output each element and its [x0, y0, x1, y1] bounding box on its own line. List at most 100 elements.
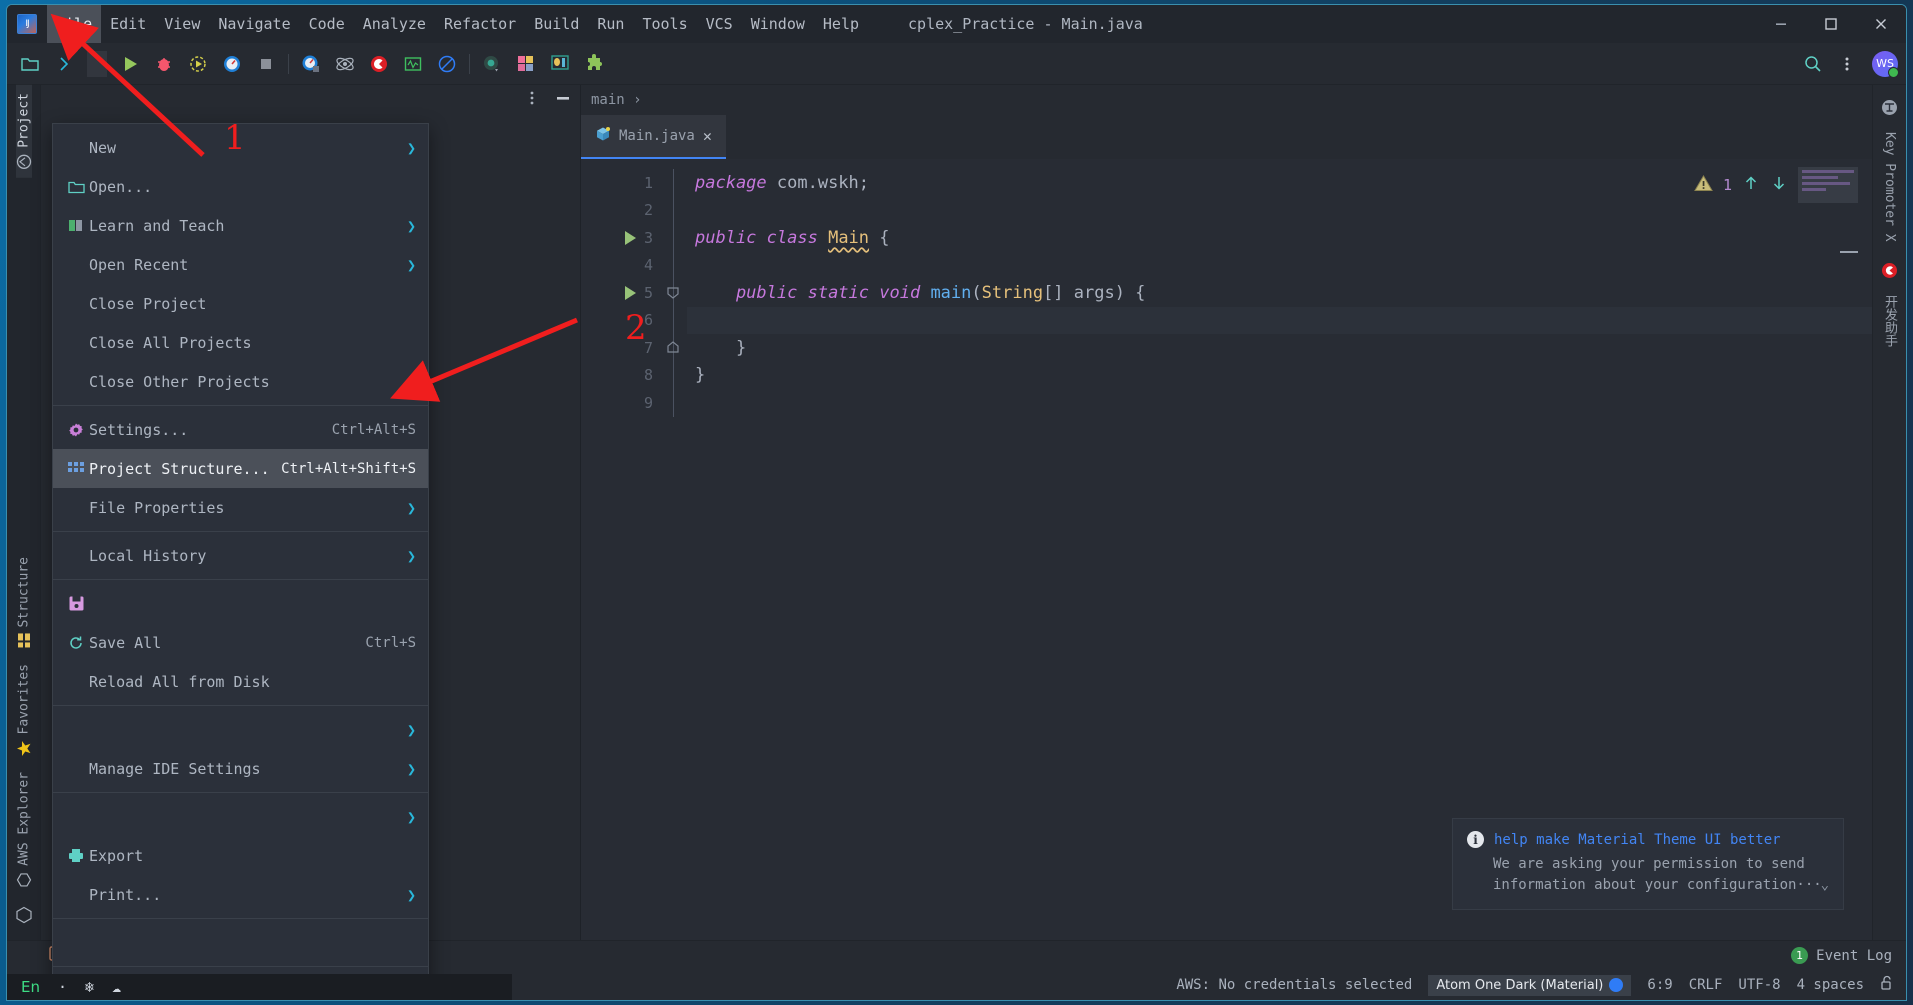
menu-navigate[interactable]: Navigate — [209, 5, 299, 43]
menu-item-local-history[interactable]: Local History ❯ — [53, 536, 428, 575]
menu-item-print[interactable]: Export — [53, 836, 428, 875]
atom-icon[interactable] — [328, 47, 362, 81]
status-aws[interactable]: AWS: No credentials selected — [1176, 977, 1412, 993]
avatar[interactable]: WS — [1872, 50, 1899, 78]
run-config-selector[interactable] — [87, 50, 107, 77]
menu-refactor[interactable]: Refactor — [435, 5, 525, 43]
menu-tools[interactable]: Tools — [633, 5, 696, 43]
editor-tab-main-java[interactable]: Main.java ✕ — [581, 115, 726, 159]
run-gutter-icon[interactable] — [625, 230, 636, 245]
layout-icon[interactable] — [509, 47, 543, 81]
status-indent[interactable]: 4 spaces — [1797, 977, 1864, 993]
menu-item-add-to-favorites[interactable]: Print... ❯ — [53, 875, 428, 914]
inspection-widget[interactable]: 1 — [1694, 167, 1858, 203]
os-taskbar-peek: En · ❄ ☁ — [7, 974, 512, 1000]
menu-vcs[interactable]: VCS — [697, 5, 742, 43]
gutter[interactable]: 1 2 3 4 5 6 7 8 9 — [581, 159, 661, 940]
notification-title[interactable]: help make Material Theme UI better — [1494, 832, 1781, 848]
file-menu-popup[interactable]: New ❯ Open... Learn and Teach ❯ Open Rec… — [52, 123, 429, 1000]
sidebar-item-favorites[interactable]: Favorites — [16, 656, 32, 764]
arrow-down-icon[interactable] — [1770, 174, 1788, 196]
open-project-icon[interactable] — [13, 47, 47, 81]
status-line-separator[interactable]: CRLF — [1689, 977, 1723, 993]
menu-item-learn-and-teach[interactable]: Learn and Teach ❯ — [53, 206, 428, 245]
monitor-icon[interactable] — [396, 47, 430, 81]
status-caret-position[interactable]: 6:9 — [1647, 977, 1672, 993]
event-log[interactable]: 1 Event Log — [1791, 947, 1892, 964]
menu-item-power-save-mode[interactable] — [53, 923, 428, 962]
menu-build[interactable]: Build — [525, 5, 588, 43]
menu-item-file-properties[interactable]: File Properties ❯ — [53, 488, 428, 527]
menu-item-manage-ide-settings[interactable]: ❯ — [53, 710, 428, 749]
key-promoter-icon[interactable] — [1881, 85, 1898, 124]
ime-indicator[interactable]: En — [21, 978, 40, 996]
menu-edit[interactable]: Edit — [101, 5, 155, 43]
menu-item-new[interactable]: New ❯ — [53, 128, 428, 167]
status-encoding[interactable]: UTF-8 — [1738, 977, 1780, 993]
minimize-icon[interactable] — [554, 90, 572, 110]
menu-item-project-structure[interactable]: Project Structure... Ctrl+Alt+Shift+S — [53, 449, 428, 488]
expand-chevron-icon[interactable] — [47, 47, 81, 81]
debug-icon[interactable] — [147, 47, 181, 81]
menu-run[interactable]: Run — [588, 5, 633, 43]
close-icon[interactable] — [1856, 5, 1906, 43]
sidebar-item-aws-explorer[interactable]: AWS Explorer — [16, 764, 32, 896]
status-theme[interactable]: Atom One Dark (Material) — [1428, 974, 1632, 996]
run-gutter-icon-2[interactable] — [625, 285, 636, 300]
aws-toolkit-icon[interactable] — [15, 896, 33, 940]
profiler-icon[interactable] — [215, 47, 249, 81]
code-minimap[interactable] — [1798, 167, 1858, 203]
menu-help[interactable]: Help — [814, 5, 868, 43]
database-icon[interactable] — [543, 47, 577, 81]
unlocked-icon[interactable] — [1880, 975, 1894, 995]
close-icon[interactable]: ✕ — [703, 127, 712, 145]
fold-column[interactable] — [661, 159, 687, 940]
menu-item-close-all-projects[interactable]: Close All Projects — [53, 323, 428, 362]
minimize-icon[interactable] — [1756, 5, 1806, 43]
menu-item-new-projects-settings[interactable]: Manage IDE Settings ❯ — [53, 749, 428, 788]
stop-icon[interactable] — [249, 47, 283, 81]
menu-item-export[interactable]: ❯ — [53, 797, 428, 836]
fold-marker-close[interactable] — [661, 334, 687, 362]
menu-item-close-other-projects[interactable]: Close Other Projects — [53, 362, 428, 401]
gutter-line: 2 — [581, 197, 661, 225]
menu-item-open-recent[interactable]: Open Recent ❯ — [53, 245, 428, 284]
no-entry-icon[interactable] — [430, 47, 464, 81]
run-icon[interactable] — [113, 47, 147, 81]
right-tool-stripe: Key Promoter X 开发助手 — [1872, 85, 1906, 940]
more-vertical-icon[interactable] — [524, 90, 540, 110]
menu-file[interactable]: File — [47, 5, 102, 43]
plugin-icon[interactable] — [577, 47, 611, 81]
sidebar-item-key-promoter-x[interactable]: Key Promoter X — [1882, 124, 1897, 250]
main-toolbar: WS — [7, 43, 1906, 85]
menu-view[interactable]: View — [155, 5, 209, 43]
search-icon[interactable] — [1796, 47, 1830, 81]
fold-marker-open[interactable] — [661, 279, 687, 307]
menu-analyze[interactable]: Analyze — [354, 5, 435, 43]
menu-item-settings[interactable]: Settings... Ctrl+Alt+S — [53, 410, 428, 449]
chevron-down-icon[interactable]: ⌄ — [1821, 877, 1829, 893]
run-coverage-icon[interactable] — [181, 47, 215, 81]
cplex-icon[interactable] — [362, 47, 396, 81]
menu-item-close-project[interactable]: Close Project — [53, 284, 428, 323]
assistant-icon[interactable] — [1881, 250, 1898, 287]
menu-bar[interactable]: File Edit View Navigate Code Analyze Ref… — [47, 5, 868, 43]
menu-code[interactable]: Code — [300, 5, 354, 43]
arrow-up-icon[interactable] — [1742, 174, 1760, 196]
profiler-attach-icon[interactable] — [294, 47, 328, 81]
breadcrumb[interactable]: main › — [581, 85, 1872, 115]
record-icon[interactable] — [475, 47, 509, 81]
menu-item-open[interactable]: Open... — [53, 167, 428, 206]
more-vertical-icon[interactable] — [1830, 47, 1864, 81]
sidebar-item-structure[interactable]: Structure — [16, 549, 32, 655]
sidebar-item-project[interactable]: Project — [15, 85, 32, 178]
menu-item-reload-all-from-disk[interactable]: Save All Ctrl+S — [53, 623, 428, 662]
notification-balloon[interactable]: i help make Material Theme UI better We … — [1452, 818, 1844, 910]
fold-collapse-icon[interactable] — [1840, 251, 1858, 253]
menu-item-invalidate-caches[interactable]: Reload All from Disk — [53, 662, 428, 701]
menu-item-save-all[interactable] — [53, 584, 428, 623]
sidebar-item-assistant[interactable]: 开发助手 — [1880, 287, 1899, 355]
maximize-icon[interactable] — [1806, 5, 1856, 43]
code-editor[interactable]: 1 2 3 4 5 6 7 8 9 package com.wskh; publ… — [581, 159, 1872, 940]
menu-window[interactable]: Window — [742, 5, 814, 43]
